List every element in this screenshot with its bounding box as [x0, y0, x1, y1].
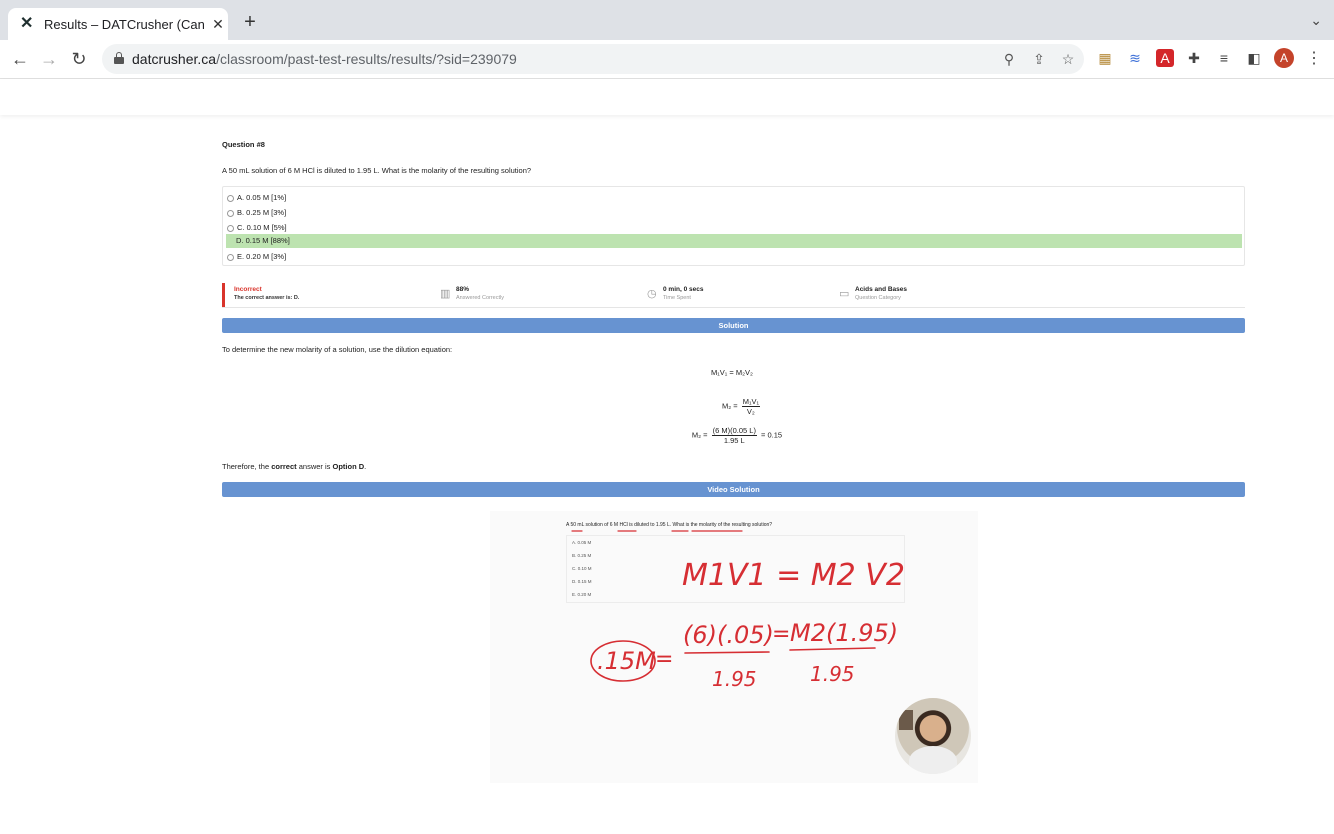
- handwritten-equals: =: [655, 647, 673, 672]
- extension-calculator-icon[interactable]: ▦: [1096, 49, 1114, 67]
- time-spent: ◷ 0 min, 0 secs Time Spent: [647, 286, 704, 301]
- option-label: B. 0.25 M [3%]: [237, 208, 287, 217]
- conclusion-text: Therefore, the: [222, 462, 272, 471]
- bar-chart-icon: ▥: [440, 288, 451, 300]
- eq2-lhs: M₂ =: [721, 401, 738, 411]
- close-tab-icon[interactable]: ✕: [210, 16, 226, 33]
- browser-tab[interactable]: ✕ Results – DATCrusher (Canadia ✕: [8, 8, 228, 40]
- time-value: 0 min, 0 secs: [663, 286, 704, 293]
- extensions-puzzle-icon[interactable]: ✚: [1185, 49, 1203, 67]
- answer-option-e: E. 0.20 M [3%]: [227, 251, 1239, 263]
- handwritten-denominator-1: 1.95: [712, 667, 757, 691]
- clock-icon: ◷: [647, 288, 657, 300]
- tab-search-chevron-icon[interactable]: ⌄: [1310, 12, 1322, 29]
- handwritten-denominator-2: 1.95: [810, 662, 855, 686]
- share-icon[interactable]: ⇪: [1030, 50, 1048, 68]
- handwritten-numerator: (6)(.05): [683, 621, 774, 649]
- correct-answer-text: The correct answer is: D.: [234, 295, 300, 301]
- address-bar[interactable]: datcrusher.ca/classroom/past-test-result…: [102, 44, 1084, 74]
- lock-icon: [114, 52, 124, 64]
- conclusion-option: Option D: [332, 462, 365, 471]
- handwritten-equals-2: =: [772, 622, 790, 647]
- extension-wave-icon[interactable]: ≋: [1126, 49, 1144, 67]
- media-control-icon[interactable]: ≡: [1215, 49, 1233, 67]
- eq2-denominator: V₂: [746, 407, 755, 416]
- instructor-webcam: [895, 698, 971, 774]
- option-label: E. 0.20 M [3%]: [237, 252, 287, 261]
- option-label: C. 0.10 M [5%]: [237, 223, 287, 232]
- solution-intro: To determine the new molarity of a solut…: [222, 345, 453, 354]
- bookmark-star-icon[interactable]: ☆: [1059, 50, 1077, 68]
- handwritten-answer: .15M: [597, 647, 656, 675]
- calculation-equation: M₂ = (6 M)(0.05 L) 1.95 L = 0.15: [677, 426, 797, 445]
- video-player[interactable]: A 50 mL solution of 6 M HCl is diluted t…: [490, 511, 978, 783]
- eq3-lhs: M₂ =: [691, 430, 708, 440]
- category-label: Question Category: [855, 295, 901, 301]
- rearranged-equation: M₂ = M₁V₁ V₂: [702, 397, 782, 416]
- video-solution-banner: Video Solution: [222, 482, 1245, 497]
- radio-icon: [227, 253, 234, 261]
- new-tab-icon[interactable]: +: [240, 12, 260, 32]
- side-panel-icon[interactable]: ◧: [1245, 49, 1263, 67]
- profile-avatar[interactable]: A: [1274, 48, 1294, 68]
- percent-correct: ▥ 88% Answered Correctly: [440, 286, 504, 301]
- reload-icon[interactable]: ↻: [68, 48, 90, 70]
- result-label: Incorrect: [234, 286, 262, 293]
- eq3-denominator: 1.95 L: [723, 436, 745, 445]
- forward-icon[interactable]: →: [38, 48, 60, 70]
- radio-icon: [227, 209, 234, 217]
- time-label: Time Spent: [663, 295, 691, 301]
- handwritten-dilution-equation: M1V1 = M2 V2: [682, 558, 905, 593]
- answer-option-c: C. 0.10 M [5%]: [227, 222, 1239, 234]
- extension-pdf-icon[interactable]: A: [1156, 49, 1174, 67]
- site-favicon-icon: ✕: [20, 15, 34, 32]
- question-category: ▭ Acids and Bases Question Category: [839, 286, 908, 301]
- conclusion-end: .: [364, 462, 367, 471]
- url-path: /classroom/past-test-results/results/?si…: [216, 51, 517, 67]
- solution-conclusion: Therefore, the correct answer is Option …: [222, 462, 366, 471]
- answer-option-a: A. 0.05 M [1%]: [227, 192, 1239, 204]
- category-value: Acids and Bases: [855, 286, 908, 293]
- incorrect-indicator: [222, 283, 225, 307]
- dilution-equation: M₁V₁ = M₂V₂: [711, 368, 753, 377]
- answer-option-d-correct: D. 0.15 M [88%]: [226, 234, 1242, 248]
- eq2-numerator: M₁V₁: [741, 397, 761, 407]
- eq3-numerator: (6 M)(0.05 L): [711, 426, 757, 436]
- eq3-result: = 0.15: [761, 430, 783, 440]
- tab-title: Results – DATCrusher (Canadia: [44, 16, 204, 32]
- percent-value: 88%: [456, 286, 470, 293]
- answer-options: A. 0.05 M [1%] B. 0.25 M [3%] C. 0.10 M …: [222, 186, 1245, 266]
- percent-label: Answered Correctly: [456, 295, 504, 301]
- radio-icon: [227, 194, 234, 202]
- solution-banner: Solution: [222, 318, 1245, 333]
- browser-menu-icon[interactable]: ⋮: [1306, 48, 1322, 68]
- option-label: D. 0.15 M [88%]: [236, 236, 290, 245]
- result-status: Incorrect The correct answer is: D.: [234, 286, 299, 301]
- result-stats: Incorrect The correct answer is: D. ▥ 88…: [222, 283, 1245, 308]
- site-header: [0, 79, 1334, 115]
- tab-bar: ✕ Results – DATCrusher (Canadia ✕ + ⌄: [0, 0, 1334, 40]
- question-text: A 50 mL solution of 6 M HCl is diluted t…: [222, 166, 532, 175]
- browser-toolbar: ← → ↻ datcrusher.ca/classroom/past-test-…: [0, 40, 1334, 79]
- calendar-icon: ▭: [839, 288, 850, 300]
- url-text: datcrusher.ca/classroom/past-test-result…: [132, 51, 517, 67]
- question-number: Question #8: [222, 140, 265, 149]
- handwritten-rhs: M2(1.95): [790, 619, 898, 647]
- radio-icon: [227, 224, 234, 232]
- url-domain: datcrusher.ca: [132, 51, 217, 67]
- back-icon[interactable]: ←: [9, 48, 31, 70]
- conclusion-text-mid: answer is: [296, 462, 333, 471]
- answer-option-b: B. 0.25 M [3%]: [227, 207, 1239, 219]
- option-label: A. 0.05 M [1%]: [237, 193, 287, 202]
- conclusion-correct: correct: [271, 462, 297, 471]
- zoom-icon[interactable]: ⚲: [1000, 50, 1018, 68]
